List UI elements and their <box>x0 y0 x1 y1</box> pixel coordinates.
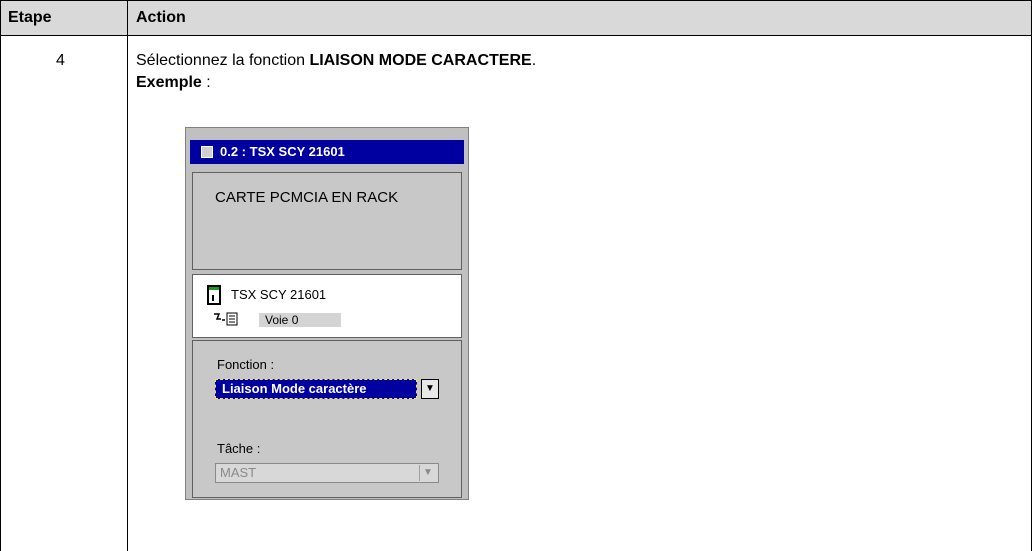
channel-icon <box>213 311 239 330</box>
fonction-label: Fonction : <box>217 357 275 372</box>
module-config-dialog: 0.2 : TSX SCY 21601 CARTE PCMCIA EN RACK… <box>185 127 469 500</box>
example-caption: Exemple : <box>136 74 211 92</box>
dialog-title: 0.2 : TSX SCY 21601 <box>220 144 345 159</box>
tache-label: Tâche : <box>217 441 261 456</box>
tache-dropdown-arrow-icon: ▼ <box>419 465 436 481</box>
window-icon <box>201 146 213 158</box>
header-action: Action <box>136 9 186 26</box>
table-border-top <box>0 0 1032 1</box>
table-header-divider <box>0 35 1032 36</box>
step-instruction: Sélectionnez la fonction LIAISON MODE CA… <box>136 52 536 70</box>
dialog-title-bar: 0.2 : TSX SCY 21601 <box>190 140 464 164</box>
rack-module-icon <box>207 285 221 305</box>
channel-label[interactable]: Voie 0 <box>259 313 341 327</box>
header-etape: Etape <box>8 9 52 26</box>
dropdown-arrow-icon[interactable]: ▼ <box>421 379 439 399</box>
function-settings-pane: Fonction : Liaison Mode caractère ▼ Tâch… <box>192 340 462 498</box>
tache-value: MAST <box>220 465 257 480</box>
module-channel-pane: TSX SCY 21601 Voie 0 <box>192 274 462 338</box>
table-column-divider <box>127 0 128 551</box>
table-border-right <box>1031 0 1032 551</box>
module-name: TSX SCY 21601 <box>231 287 327 302</box>
table-border-left <box>0 0 1 551</box>
card-label: CARTE PCMCIA EN RACK <box>215 189 399 206</box>
instruction-suffix: . <box>531 52 537 69</box>
card-description-pane: CARTE PCMCIA EN RACK <box>192 172 462 270</box>
example-label: Exemple <box>136 74 202 91</box>
instruction-function-name: LIAISON MODE CARACTERE <box>309 52 532 69</box>
step-number: 4 <box>56 52 65 69</box>
tache-select: MAST ▼ <box>215 463 439 483</box>
steps-table: Etape Action 4 Sélectionnez la fonction … <box>0 0 1034 551</box>
example-suffix: : <box>201 74 211 91</box>
instruction-prefix: Sélectionnez la fonction <box>136 52 310 69</box>
fonction-select[interactable]: Liaison Mode caractère <box>215 379 417 399</box>
